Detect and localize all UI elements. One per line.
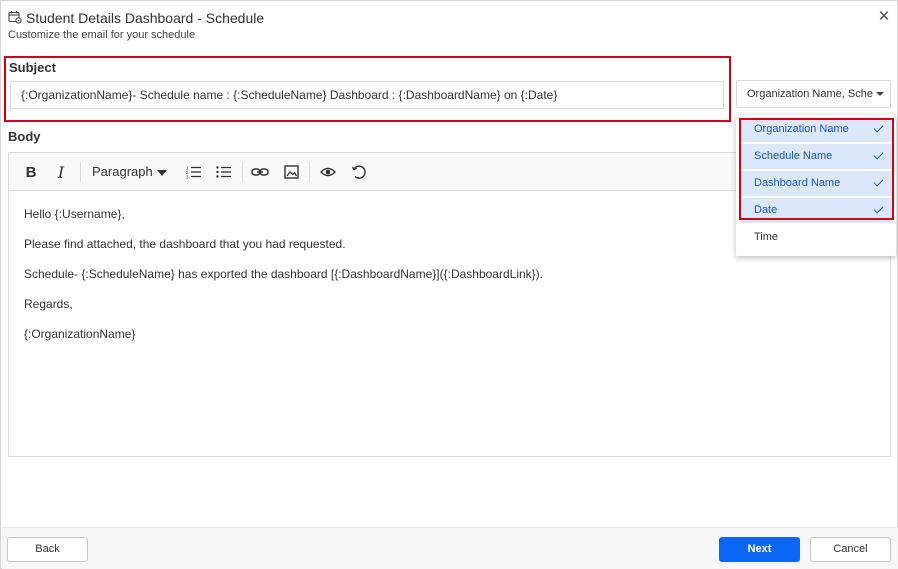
paragraph-format-dropdown[interactable]: Paragraph <box>92 162 153 182</box>
field-dropdown-value: Organization Name, Sche <box>747 88 873 100</box>
preview-eye-icon[interactable] <box>318 162 338 182</box>
toolbar-divider <box>242 162 243 182</box>
unordered-list-icon[interactable] <box>214 162 234 182</box>
bold-icon[interactable]: B <box>21 162 41 182</box>
body-line: {:OrganizationName} <box>24 327 136 341</box>
ordered-list-icon[interactable]: 1 2 3 <box>184 162 204 182</box>
body-line: Schedule- {:ScheduleName} has exported t… <box>24 267 544 281</box>
close-icon[interactable]: ✕ <box>877 9 891 24</box>
next-button[interactable]: Next <box>719 537 800 562</box>
option-time[interactable]: Time <box>741 225 892 250</box>
email-body-content[interactable]: Hello {:Username}, Please find attached,… <box>24 207 543 357</box>
toolbar-divider <box>309 162 310 182</box>
calendar-settings-icon <box>8 10 22 24</box>
dialog-title: Student Details Dashboard - Schedule <box>26 10 265 26</box>
subject-input[interactable]: {:OrganizationName}- Schedule name : {:S… <box>10 81 724 109</box>
selected-options-highlight <box>739 118 894 220</box>
body-line: Please find attached, the dashboard that… <box>24 237 346 251</box>
back-button[interactable]: Back <box>7 537 88 562</box>
dialog-subtitle: Customize the email for your schedule <box>8 29 196 41</box>
caret-down-icon <box>876 92 884 96</box>
cancel-button[interactable]: Cancel <box>810 537 891 562</box>
italic-icon[interactable]: I <box>51 162 71 182</box>
toolbar-divider <box>80 162 81 182</box>
reset-icon[interactable] <box>349 162 369 182</box>
svg-text:3: 3 <box>186 175 189 180</box>
subject-label: Subject <box>9 60 56 75</box>
caret-down-icon <box>157 170 167 176</box>
option-label: Time <box>754 231 779 243</box>
image-icon[interactable] <box>281 162 301 182</box>
body-label: Body <box>8 129 41 144</box>
body-line: Regards, <box>24 297 73 311</box>
body-line: Hello {:Username}, <box>24 207 125 221</box>
link-icon[interactable] <box>250 162 270 182</box>
schedule-email-dialog: Student Details Dashboard - Schedule Cus… <box>0 0 898 569</box>
field-multiselect-dropdown[interactable]: Organization Name, Sche <box>736 80 891 108</box>
